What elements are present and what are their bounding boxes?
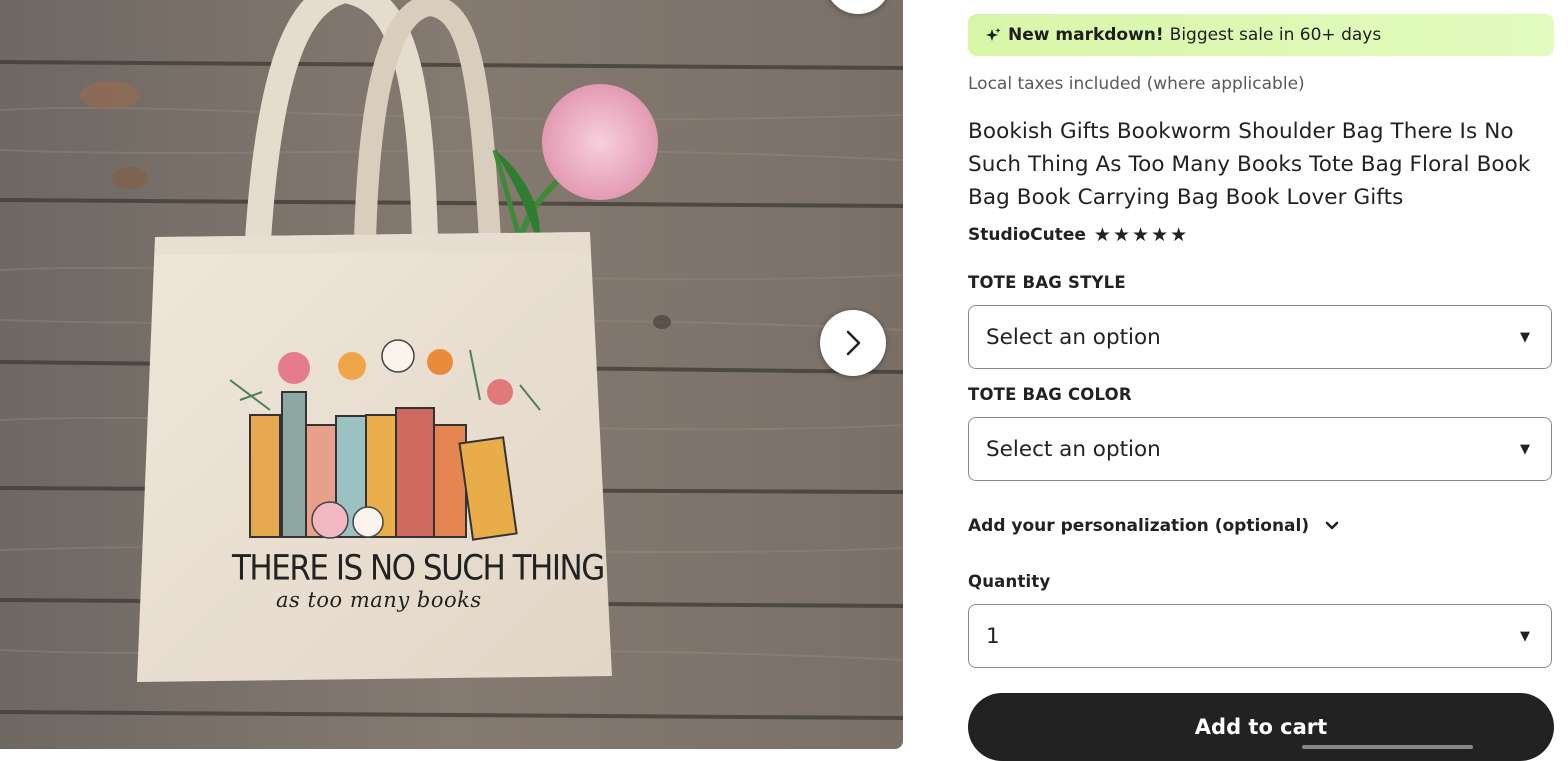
scrollbar-thumb[interactable]: [1302, 745, 1473, 749]
quantity-label: Quantity: [968, 572, 1051, 591]
tote-bag-color-label: TOTE BAG COLOR: [968, 385, 1132, 404]
next-image-button[interactable]: [820, 310, 886, 376]
tote-bag-style-value: Select an option: [986, 324, 1161, 350]
add-to-cart-button[interactable]: Add to cart: [968, 693, 1554, 761]
chevron-down-icon: [1325, 521, 1339, 530]
personalization-label: Add your personalization (optional): [968, 516, 1310, 536]
star-icon: ★: [1093, 224, 1111, 246]
star-icon: ★: [1112, 224, 1131, 246]
product-photo[interactable]: [0, 0, 903, 749]
add-to-cart-label: Add to cart: [1194, 715, 1328, 739]
star-icon: ★: [1170, 224, 1188, 246]
product-title: Bookish Gifts Bookworm Shoulder Bag Ther…: [968, 119, 1531, 210]
chevron-right-icon: [846, 330, 861, 356]
quantity-select[interactable]: 1 ▼: [968, 604, 1552, 668]
caret-down-icon: ▼: [1520, 441, 1530, 457]
bag-print-subtext: as too many books: [276, 588, 482, 612]
caret-down-icon: ▼: [1520, 329, 1530, 345]
quantity-value: 1: [986, 623, 1000, 649]
tote-bag-style-select[interactable]: Select an option ▼: [968, 305, 1552, 369]
bag-print-text: THERE IS NO SUCH THING: [232, 548, 605, 589]
star-icon: ★: [1151, 224, 1169, 246]
shop-info: StudioCutee ★ ★ ★ ★ ★: [968, 225, 1187, 245]
markdown-text: Biggest sale in 60+ days: [1169, 25, 1382, 45]
tote-bag-style-label: TOTE BAG STYLE: [968, 273, 1126, 292]
markdown-title: New markdown!: [1008, 25, 1164, 45]
taxes-note: Local taxes included (where applicable): [968, 74, 1305, 94]
personalization-toggle[interactable]: Add your personalization (optional): [968, 516, 1339, 536]
sparkle-icon: [986, 28, 1001, 41]
caret-down-icon: ▼: [1520, 628, 1530, 644]
shop-name-link[interactable]: StudioCutee: [968, 225, 1086, 245]
star-icon: ★: [1132, 224, 1150, 246]
markdown-banner: New markdown! Biggest sale in 60+ days: [968, 14, 1554, 56]
star-rating[interactable]: ★ ★ ★ ★ ★: [1094, 225, 1187, 245]
tote-bag-color-select[interactable]: Select an option ▼: [968, 417, 1552, 481]
tote-bag-color-value: Select an option: [986, 436, 1161, 462]
product-image-gallery: THERE IS NO SUCH THING as too many books: [0, 0, 903, 749]
